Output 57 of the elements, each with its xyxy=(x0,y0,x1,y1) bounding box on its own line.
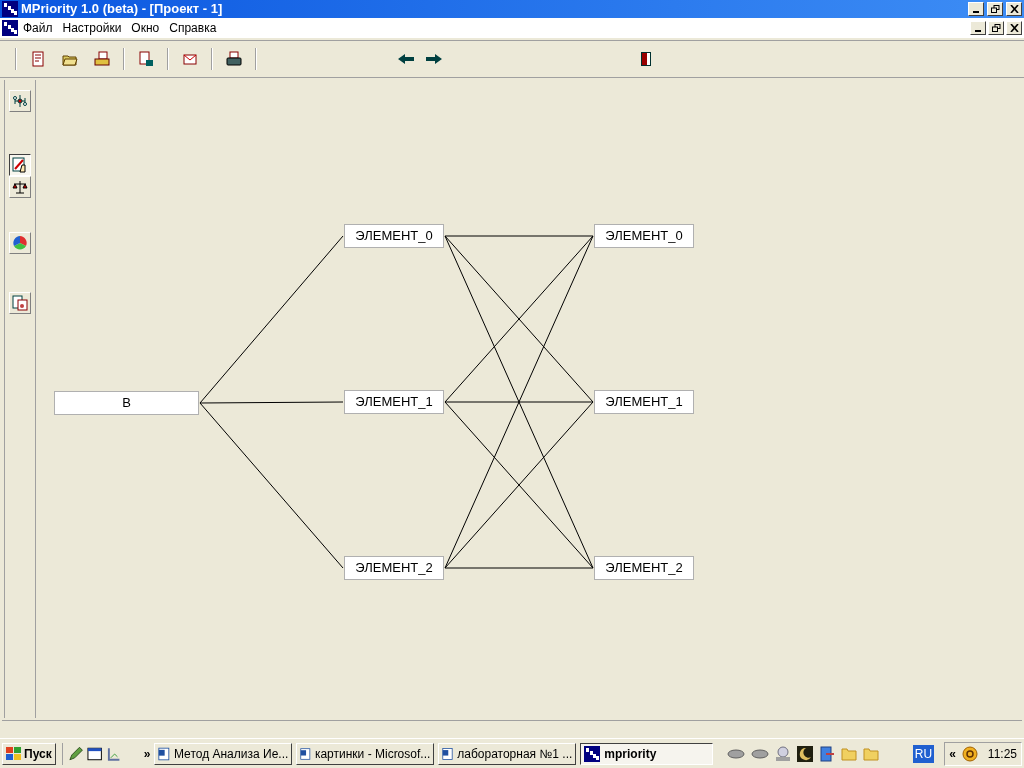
taskbar-button[interactable]: лабораторная №1 ... xyxy=(438,742,577,765)
taskbar-button[interactable]: Метод Анализа Ие... xyxy=(154,742,293,765)
element-node[interactable]: ЭЛЕМЕНТ_1 xyxy=(344,390,444,414)
show-hidden-icons-button[interactable]: « xyxy=(949,744,956,763)
printer-icon xyxy=(94,51,110,67)
element-node[interactable]: ЭЛЕМЕНТ_1 xyxy=(594,390,694,414)
pencil-icon[interactable] xyxy=(67,745,83,762)
drive-icon[interactable] xyxy=(750,747,769,760)
windows-logo-icon xyxy=(6,746,22,761)
document-icon xyxy=(300,745,311,762)
minimize-button[interactable] xyxy=(968,2,984,16)
document-icon xyxy=(30,51,46,67)
taskbar-button[interactable]: mpriority xyxy=(580,742,713,765)
close-icon xyxy=(1009,24,1019,32)
app-logo-icon xyxy=(584,745,601,762)
moon-icon[interactable] xyxy=(796,745,813,762)
clock: 11:25 xyxy=(987,745,1017,763)
element-node[interactable]: ЭЛЕМЕНТ_0 xyxy=(344,224,444,248)
taskbar-button[interactable]: картинки - Microsof... xyxy=(296,742,435,765)
close-icon xyxy=(1009,5,1019,13)
menu-item[interactable]: Окно xyxy=(126,19,165,37)
start-button[interactable]: Пуск xyxy=(2,742,56,765)
element-node[interactable]: ЭЛЕМЕНТ_2 xyxy=(594,556,694,580)
typewriter-icon xyxy=(226,51,242,67)
document-icon xyxy=(442,745,454,762)
close-button[interactable] xyxy=(1006,21,1022,35)
right-arrow-icon xyxy=(426,54,442,64)
element-node[interactable]: ЭЛЕМЕНТ_2 xyxy=(344,556,444,580)
close-button[interactable] xyxy=(1006,2,1022,16)
menu-item[interactable]: Файл xyxy=(18,19,58,37)
chart-icon[interactable] xyxy=(106,745,122,762)
drive-icon[interactable] xyxy=(726,747,745,760)
more-button[interactable]: » xyxy=(143,744,151,763)
door-icon xyxy=(641,52,651,66)
scales-icon xyxy=(12,179,28,195)
window-title: MPriority 1.0 (beta) - [Проект - 1] xyxy=(21,0,224,19)
language-indicator[interactable]: RU xyxy=(912,744,935,763)
restore-icon xyxy=(991,24,1001,32)
tree-icon xyxy=(12,93,28,109)
restore-button[interactable] xyxy=(988,21,1004,35)
menu-item[interactable]: Справка xyxy=(164,19,222,37)
pie-chart-icon xyxy=(12,235,28,251)
document-disk-icon xyxy=(138,51,154,67)
disc-drive-icon[interactable] xyxy=(774,745,791,762)
side-tool-button[interactable] xyxy=(9,154,31,176)
documents-icon xyxy=(12,295,28,311)
envelope-icon xyxy=(182,51,198,67)
goal-node[interactable]: В xyxy=(54,391,199,415)
restore-button[interactable] xyxy=(987,2,1003,16)
window-icon[interactable] xyxy=(86,745,103,762)
document-icon xyxy=(158,745,170,762)
chart-pointer-icon xyxy=(12,157,28,173)
element-node[interactable]: ЭЛЕМЕНТ_0 xyxy=(594,224,694,248)
restore-icon xyxy=(990,5,1000,13)
menu-item[interactable]: Настройки xyxy=(57,19,127,37)
minimize-button[interactable] xyxy=(970,21,986,35)
left-arrow-icon xyxy=(398,54,414,64)
